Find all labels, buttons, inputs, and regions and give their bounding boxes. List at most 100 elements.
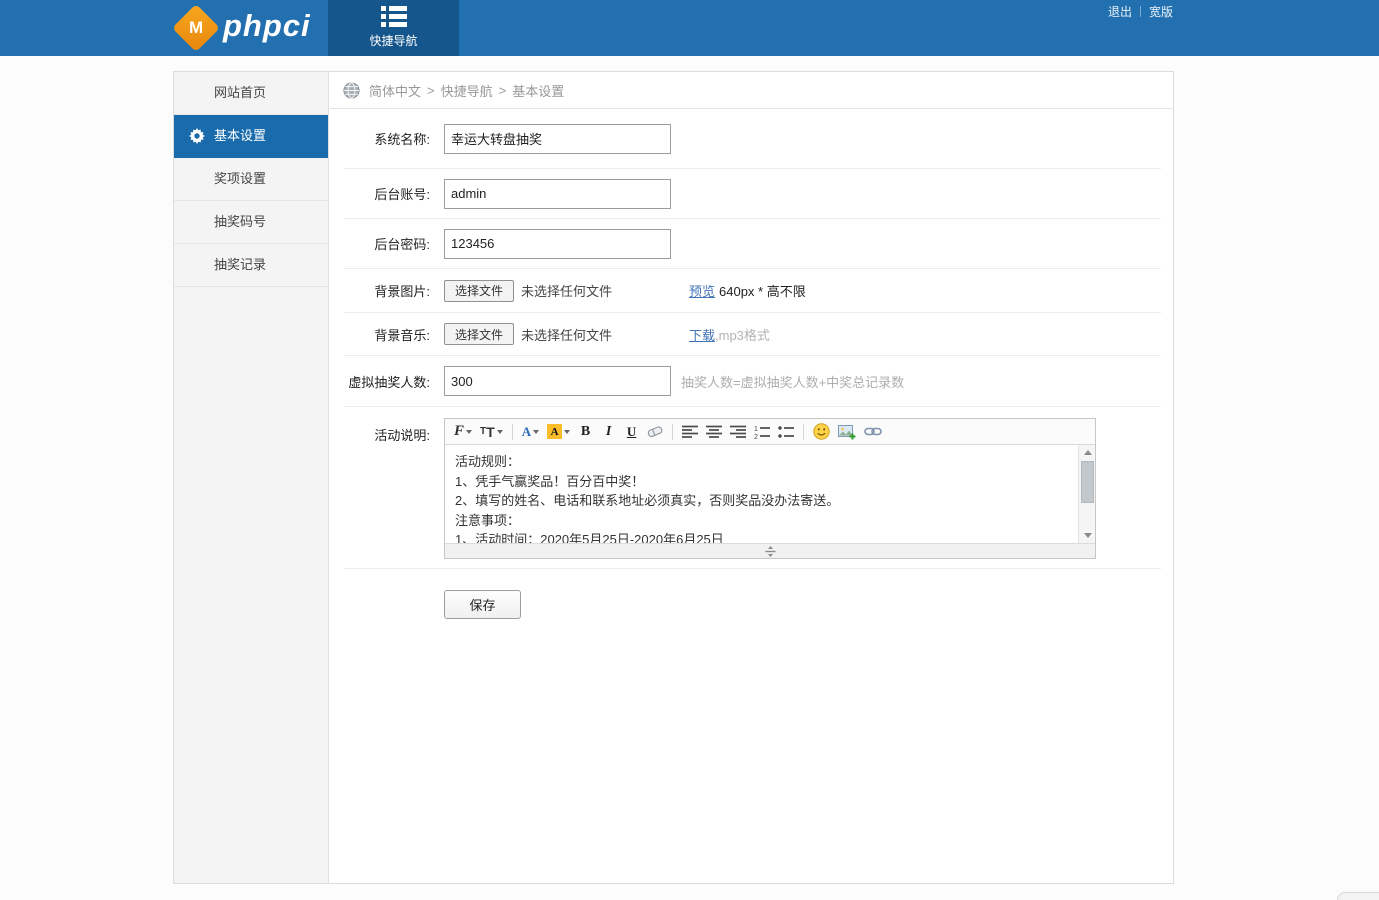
unordered-list-button[interactable] [775,421,797,442]
admin-account-label: 后台账号: [344,184,430,203]
form-row-activity-desc: 活动说明: F T T A [344,407,1161,569]
smiley-icon [813,423,830,440]
sidebar-item-lottery-codes[interactable]: 抽奖码号 [174,201,328,244]
admin-password-input[interactable] [444,229,671,259]
insert-image-button[interactable] [835,421,859,442]
editor-body: 活动规则： 1、凭手气赢奖品！百分百中奖！ 2、填写的姓名、电话和联系地址必须真… [445,445,1095,543]
globe-icon [343,82,360,99]
editor-toolbar: F T T A [445,419,1095,445]
scroll-down-arrow[interactable] [1079,528,1096,543]
virtual-count-input[interactable] [444,366,671,396]
bg-music-file-status: 未选择任何文件 [521,325,612,344]
ordered-list-icon: 1 2 [754,425,770,439]
top-links-divider [1140,6,1141,17]
activity-desc-label: 活动说明: [344,425,430,444]
toolbar-divider [512,424,513,440]
editor-line: 2、填写的姓名、电话和联系地址必须真实，否则奖品没办法寄送。 [455,491,1068,511]
logout-link[interactable]: 退出 [1108,3,1132,20]
system-name-label: 系统名称: [344,129,430,148]
sidebar-item-basic-settings[interactable]: 基本设置 [174,115,328,158]
sidebar-item-lottery-records[interactable]: 抽奖记录 [174,244,328,287]
sidebar-item-label: 奖项设置 [214,171,266,186]
bg-image-choose-file-button[interactable]: 选择文件 [444,280,514,302]
nav-tab-label: 快捷导航 [328,32,459,49]
sidebar-item-label: 抽奖码号 [214,214,266,229]
logo-text: phpci [223,8,311,44]
form-row-admin-account: 后台账号: [344,169,1161,219]
sidebar-item-prize-settings[interactable]: 奖项设置 [174,158,328,201]
breadcrumb: 简体中文 > 快捷导航 > 基本设置 [330,72,1173,109]
top-links: 退出 宽版 [1108,4,1173,19]
ordered-list-button[interactable]: 1 2 [751,421,773,442]
editor-line: 1、活动时间：2020年5月25日-2020年6月25日 [455,530,1068,543]
form-row-bg-music: 背景音乐: 选择文件 未选择任何文件 下载 ,mp3格式 [344,313,1161,356]
bg-image-label: 背景图片: [344,281,430,300]
underline-button[interactable]: U [621,421,642,442]
remove-format-button[interactable] [644,421,666,442]
chevron-down-icon [497,430,503,434]
list-icon [380,5,407,28]
chevron-down-icon [564,430,570,434]
sidebar-item-label: 网站首页 [214,85,266,100]
breadcrumb-current: 基本设置 [512,81,564,100]
logo[interactable]: M phpci [179,7,311,45]
wide-version-link[interactable]: 宽版 [1149,3,1173,20]
scroll-corner-widget[interactable] [1337,892,1379,900]
virtual-count-label: 虚拟抽奖人数: [344,372,430,391]
link-chain-icon [864,426,882,437]
svg-text:1: 1 [754,426,758,433]
breadcrumb-separator: > [499,83,507,98]
scrollbar-thumb[interactable] [1081,461,1094,503]
align-center-icon [706,425,722,439]
system-name-input[interactable] [444,124,671,154]
text-color-button[interactable]: A [519,421,542,442]
bg-music-choose-file-button[interactable]: 选择文件 [444,323,514,345]
editor-resize-handle[interactable] [445,543,1095,558]
font-family-button[interactable]: F [451,421,475,442]
toolbar-divider [672,424,673,440]
form-row-system-name: 系统名称: [344,109,1161,169]
bg-image-file-status: 未选择任何文件 [521,281,612,300]
bg-image-preview-link[interactable]: 预览 [689,281,715,300]
form-row-bg-image: 背景图片: 选择文件 未选择任何文件 预览 640px * 高不限 [344,269,1161,313]
svg-text:2: 2 [754,434,758,439]
bold-button[interactable]: B [575,421,596,442]
highlight-color-button[interactable]: A [544,421,573,442]
italic-button[interactable]: I [598,421,619,442]
scroll-up-arrow[interactable] [1079,445,1096,460]
editor-content[interactable]: 活动规则： 1、凭手气赢奖品！百分百中奖！ 2、填写的姓名、电话和联系地址必须真… [445,445,1078,543]
bg-music-extra: 下载 ,mp3格式 [689,325,770,344]
breadcrumb-language[interactable]: 简体中文 [369,81,421,100]
image-plus-icon [838,424,856,440]
editor-line: 活动规则： [455,452,1068,472]
align-right-button[interactable] [727,421,749,442]
nav-tab-quick-nav[interactable]: 快捷导航 [328,0,459,56]
resize-grip-icon [765,546,776,557]
header-bar: M phpci 快捷导航 退出 宽版 [0,0,1379,56]
breadcrumb-separator: > [427,83,435,98]
bg-image-extra: 预览 640px * 高不限 [689,281,806,300]
logo-mark: M [189,18,203,38]
sidebar-item-label: 抽奖记录 [214,257,266,272]
emoji-button[interactable] [810,421,833,442]
save-button[interactable]: 保存 [444,590,521,619]
gear-icon [189,128,205,144]
admin-password-label: 后台密码: [344,234,430,253]
insert-link-button[interactable] [861,421,885,442]
form-row-save: 保存 [344,569,1161,629]
form-row-virtual-count: 虚拟抽奖人数: 抽奖人数=虚拟抽奖人数+中奖总记录数 [344,356,1161,407]
editor-line: 注意事项： [455,511,1068,531]
admin-account-input[interactable] [444,179,671,209]
editor-scrollbar[interactable] [1078,445,1095,543]
font-size-button[interactable]: T T [477,421,506,442]
virtual-count-hint: 抽奖人数=虚拟抽奖人数+中奖总记录数 [681,372,904,391]
breadcrumb-quick-nav[interactable]: 快捷导航 [441,81,493,100]
align-left-button[interactable] [679,421,701,442]
align-center-button[interactable] [703,421,725,442]
bg-music-download-link[interactable]: 下载 [689,325,715,344]
sidebar-item-home[interactable]: 网站首页 [174,72,328,115]
eraser-icon [647,424,663,439]
bg-music-label: 背景音乐: [344,325,430,344]
editor-line: 1、凭手气赢奖品！百分百中奖！ [455,472,1068,492]
bg-image-size-hint: 640px * 高不限 [719,281,806,300]
